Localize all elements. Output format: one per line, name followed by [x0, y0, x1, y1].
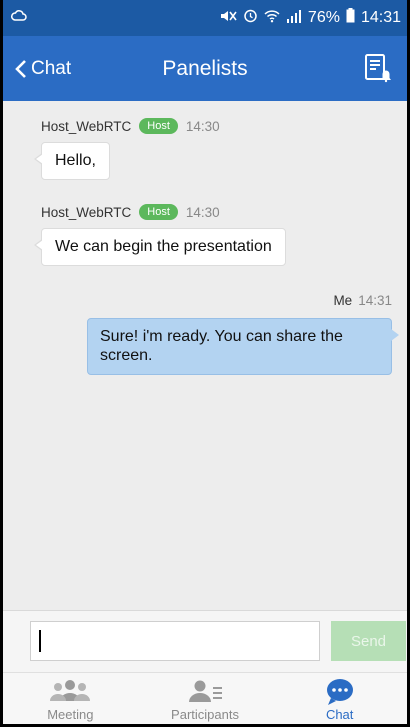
- tab-label: Participants: [171, 707, 239, 722]
- document-bell-icon: [365, 54, 391, 83]
- tab-label: Chat: [325, 707, 354, 722]
- message-incoming: Host_WebRTC Host 14:30 We can begin the …: [34, 204, 286, 266]
- app-bar: Chat Panelists: [3, 36, 407, 101]
- bottom-tab-bar: Meeting Participants Chat: [3, 672, 407, 724]
- battery-icon: [346, 8, 355, 28]
- message-incoming: Host_WebRTC Host 14:30 Hello,: [34, 118, 220, 180]
- tab-chat[interactable]: Chat: [272, 673, 407, 724]
- message-time: 14:30: [185, 204, 220, 220]
- chevron-left-icon: [15, 59, 26, 78]
- wifi-icon: [264, 9, 280, 28]
- message-bubble: Sure! i'm ready. You can share the scree…: [87, 318, 399, 375]
- send-button[interactable]: Send: [331, 621, 406, 661]
- sender-name: Me: [333, 293, 353, 308]
- alarm-icon: [243, 8, 258, 28]
- composer-bar: Send: [3, 610, 407, 672]
- message-bubble: Hello,: [34, 142, 110, 180]
- meeting-icon: [50, 680, 91, 701]
- status-right: 76% 14:31: [219, 8, 401, 28]
- message-meta: Me 14:31: [87, 293, 392, 308]
- notes-button[interactable]: [363, 53, 393, 83]
- app-screen: 76% 14:31 Chat Panelists Host_WebRTC Hos…: [0, 0, 410, 727]
- sender-name: Host_WebRTC: [41, 118, 132, 134]
- host-badge: Host: [139, 118, 178, 134]
- cloud-icon: [11, 9, 27, 27]
- message-outgoing: Me 14:31 Sure! i'm ready. You can share …: [87, 293, 399, 375]
- tab-participants[interactable]: Participants: [138, 673, 273, 724]
- signal-icon: [286, 9, 302, 28]
- chat-icon: [326, 679, 353, 705]
- status-bar: 76% 14:31: [3, 0, 407, 36]
- message-time: 14:30: [185, 118, 220, 134]
- battery-percent: 76%: [307, 9, 340, 26]
- message-meta: Host_WebRTC Host 14:30: [41, 118, 220, 134]
- status-time: 14:31: [360, 9, 401, 26]
- text-caret: [39, 630, 41, 652]
- message-meta: Host_WebRTC Host 14:30: [41, 204, 286, 220]
- status-left: [11, 9, 27, 27]
- message-bubble: We can begin the presentation: [34, 228, 286, 266]
- sender-name: Host_WebRTC: [41, 204, 132, 220]
- back-label: Chat: [31, 57, 72, 79]
- message-time: 14:31: [358, 293, 392, 308]
- tab-meeting[interactable]: Meeting: [3, 673, 138, 724]
- tab-label: Meeting: [47, 707, 94, 722]
- host-badge: Host: [139, 204, 178, 220]
- mute-icon: [219, 9, 237, 28]
- chat-messages[interactable]: Host_WebRTC Host 14:30 Hello, Host_WebRT…: [3, 101, 407, 610]
- message-input[interactable]: [30, 621, 320, 661]
- participants-icon: [189, 680, 222, 702]
- back-button[interactable]: Chat: [15, 58, 71, 80]
